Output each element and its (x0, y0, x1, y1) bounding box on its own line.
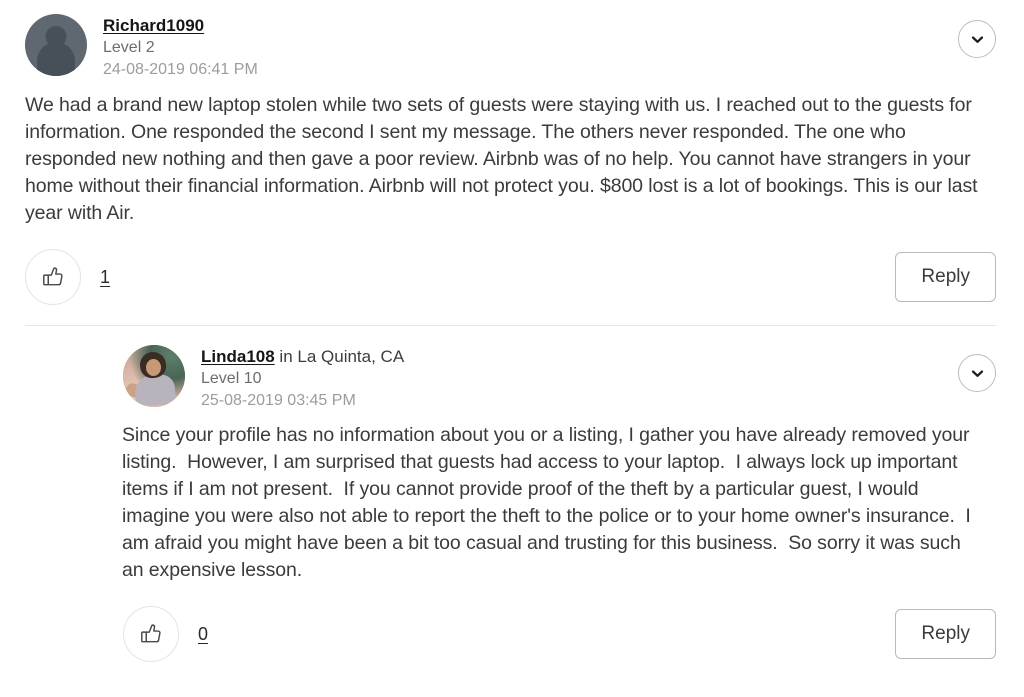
post-meta: Richard1090 Level 2 24-08-2019 06:41 PM (103, 13, 258, 81)
like-count[interactable]: 0 (198, 624, 208, 645)
author-line: Richard1090 (103, 15, 258, 37)
like-count[interactable]: 1 (100, 267, 110, 288)
post-timestamp: 24-08-2019 06:41 PM (103, 61, 258, 78)
post-timestamp: 25-08-2019 03:45 PM (201, 392, 356, 409)
avatar[interactable] (123, 345, 185, 407)
post-header: Richard1090 Level 2 24-08-2019 06:41 PM (25, 13, 996, 81)
reply-button[interactable]: Reply (895, 609, 996, 659)
post-root: Richard1090 Level 2 24-08-2019 06:41 PM … (0, 0, 1024, 305)
thumbs-up-icon (138, 621, 164, 647)
like-button[interactable] (25, 249, 81, 305)
author-line: Linda108 in La Quinta, CA (201, 346, 404, 368)
post-footer: 1 Reply (25, 249, 996, 305)
like-group: 0 (123, 606, 208, 662)
author-location: in La Quinta, CA (274, 347, 405, 366)
author-level: Level 2 (103, 39, 155, 56)
thumbs-up-icon (40, 264, 66, 290)
post-body: Since your profile has no information ab… (122, 424, 977, 581)
chevron-down-icon (970, 32, 985, 47)
chevron-down-icon (970, 366, 985, 381)
avatar-silhouette-body (37, 42, 75, 76)
author-username[interactable]: Richard1090 (103, 16, 204, 35)
post-meta: Linda108 in La Quinta, CA Level 10 25-08… (201, 344, 404, 412)
like-button[interactable] (123, 606, 179, 662)
reply-button[interactable]: Reply (895, 252, 996, 302)
post-reply: Linda108 in La Quinta, CA Level 10 25-08… (0, 326, 1024, 662)
like-group: 1 (25, 249, 110, 305)
author-level: Level 10 (201, 370, 262, 387)
avatar-photo-face (146, 359, 161, 376)
collapse-post-button[interactable] (958, 354, 996, 392)
post-header: Linda108 in La Quinta, CA Level 10 25-08… (123, 344, 996, 412)
collapse-post-button[interactable] (958, 20, 996, 58)
author-username[interactable]: Linda108 (201, 347, 275, 366)
avatar[interactable] (25, 14, 87, 76)
post-footer: 0 Reply (123, 606, 996, 662)
post-body: We had a brand new laptop stolen while t… (25, 94, 983, 224)
forum-thread: Richard1090 Level 2 24-08-2019 06:41 PM … (0, 0, 1024, 697)
